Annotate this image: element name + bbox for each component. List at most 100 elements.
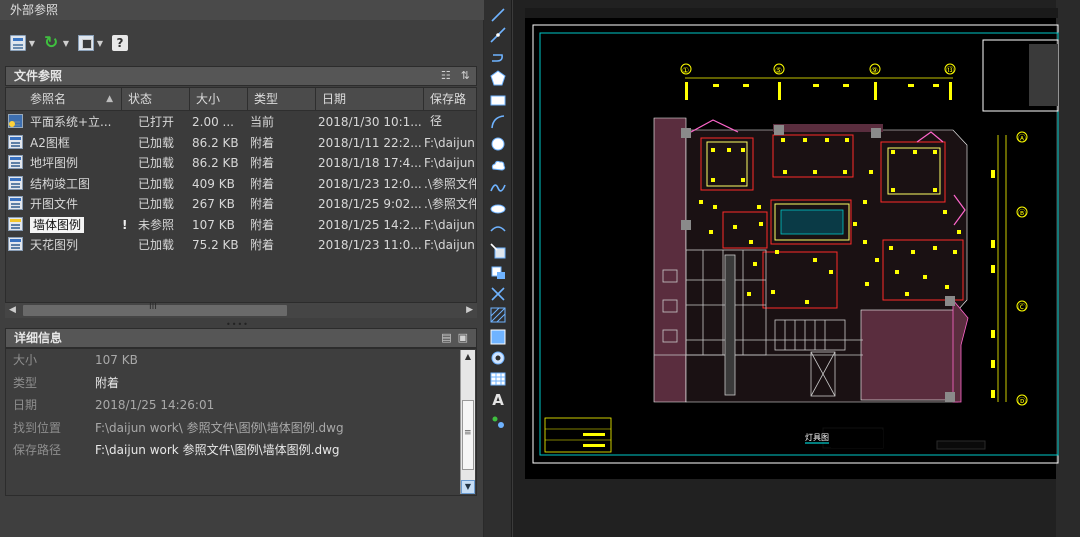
row-icon-wrap: [8, 175, 26, 192]
region-tool-button[interactable]: [489, 349, 507, 367]
reference-date: 2018/1/23 11:0...: [318, 238, 422, 252]
column-header-type[interactable]: 类型: [248, 88, 316, 111]
polygon-tool-button[interactable]: [489, 69, 507, 87]
table-row[interactable]: 结构竣工图 已加载 409 KB 附着 2018/1/23 12:0... .\参照文件: [6, 174, 476, 194]
light-fixture-mark: [753, 262, 757, 266]
table-row[interactable]: 墙体图例! 未参照 107 KB 附着 2018/1/25 14:2... F:\daij…: [6, 215, 476, 235]
detail-label: 保存路径: [13, 443, 62, 457]
column-header-name[interactable]: 参照名 ▲: [6, 88, 122, 111]
column-header-size[interactable]: 大小: [190, 88, 248, 111]
rectangle-tool-button[interactable]: [489, 91, 507, 109]
table-row[interactable]: 平面系统+立... 已打开 2.00 ... 当前 2018/1/30 10:1...: [6, 112, 476, 132]
light-fixture-mark: [825, 138, 829, 142]
scroll-right-icon[interactable]: ▶: [466, 305, 473, 315]
reference-size: 409 KB: [192, 176, 235, 191]
ellipse-tool-button[interactable]: [489, 200, 507, 218]
xref-palette: 外部参照 ▼ ↻ ▼ ▼ ? 文件参照 ☷ ⇅ 参照名 ▲ 状态 大小 类型 日…: [0, 0, 484, 537]
chevron-down-icon[interactable]: ▼: [62, 39, 70, 48]
draw-toolbar: A: [484, 0, 512, 537]
point-tool-button[interactable]: [489, 285, 507, 303]
arc-tool-button[interactable]: [489, 113, 507, 131]
light-fixture-mark: [741, 148, 745, 152]
file-references-title: 文件参照: [14, 69, 63, 83]
ellipse-arc-button[interactable]: [489, 221, 507, 239]
scroll-down-icon[interactable]: ▼: [461, 480, 475, 494]
multiline-text-button[interactable]: A: [490, 391, 506, 409]
unreferenced-warning: !: [122, 217, 128, 232]
light-fixture-mark: [843, 170, 847, 174]
light-fixture-mark: [757, 205, 761, 209]
insert-block-icon: [490, 243, 506, 259]
table-row[interactable]: A2图框 已加载 86.2 KB 附着 2018/1/11 22:2... F:\daij…: [6, 133, 476, 153]
row-icon-wrap: [8, 114, 26, 130]
details-panel: 大小 107 KB 类型 附着 日期 2018/1/25 14:26:01 找到位置 F:\d…: [5, 348, 477, 496]
make-block-button[interactable]: [489, 263, 507, 281]
reference-date: 2018/1/30 10:1...: [318, 115, 422, 129]
reference-name: 天花图列: [30, 235, 120, 255]
scroll-up-icon[interactable]: ▲: [461, 350, 475, 364]
table-row[interactable]: 开图文件 已加载 267 KB 附着 2018/1/25 9:02... .\参照文件: [6, 194, 476, 214]
light-fixture-mark: [945, 285, 949, 289]
reference-name-label: 天花图列: [30, 238, 79, 252]
light-fixture-mark: [749, 240, 753, 244]
table-row[interactable]: 天花图列 已加载 75.2 KB 附着 2018/1/23 11:0... F:\daij…: [6, 235, 476, 255]
reference-size: 2.00 ...: [192, 115, 234, 129]
gradient-tool-button[interactable]: [489, 328, 507, 346]
reference-path: F:\daijun: [424, 156, 475, 170]
circle-tool-button[interactable]: [489, 135, 507, 153]
ellipse-icon: [490, 204, 506, 214]
table-tool-button[interactable]: [489, 370, 507, 388]
detail-label: 类型: [13, 375, 38, 390]
light-fixture-mark: [813, 258, 817, 262]
grid-bubble-top: ⑨: [871, 66, 878, 75]
reference-path: F:\daijun: [424, 217, 475, 232]
reference-type: 附着: [250, 238, 275, 252]
attach-dwg-button[interactable]: ▼: [8, 32, 38, 54]
grid-bubble-right: Ⓒ: [1018, 303, 1026, 312]
column-header-status[interactable]: 状态: [122, 88, 190, 111]
polyline-tool-button[interactable]: [489, 47, 507, 65]
make-block-icon: [491, 266, 505, 279]
preview-view-icon[interactable]: ▣: [458, 329, 468, 347]
help-button[interactable]: ?: [110, 32, 130, 54]
light-fixture-mark: [783, 170, 787, 174]
detail-row: 大小 107 KB: [13, 350, 453, 370]
reference-status: 已加载: [138, 135, 175, 150]
grid-bubble-top: ①: [682, 66, 689, 75]
change-path-button[interactable]: ▼: [76, 32, 106, 54]
list-view-icon[interactable]: ☷: [441, 67, 451, 85]
column-header-path[interactable]: 保存路径: [424, 88, 476, 128]
region-icon: [491, 351, 505, 365]
details-vertical-scrollbar[interactable]: ▲ ≡ ▼: [460, 350, 475, 494]
wall-zone-west: [653, 117, 687, 403]
light-fixture-mark: [863, 200, 867, 204]
refresh-icon: ↻: [44, 33, 59, 53]
drawing-canvas[interactable]: ① ⑤ ⑨ ⑬ Ⓐ Ⓑ Ⓒ Ⓓ 灯具图: [513, 0, 1080, 537]
horizontal-scrollbar[interactable]: ◀ III ▶: [5, 302, 477, 318]
spline-tool-button[interactable]: [489, 179, 507, 197]
scrollbar-grip: III: [149, 302, 157, 312]
revision-cloud-button[interactable]: [489, 157, 507, 175]
reference-name-label: 地坪图例: [30, 156, 79, 170]
ellipse-arc-icon: [490, 226, 506, 232]
details-title: 详细信息: [14, 331, 63, 345]
light-fixture-mark: [863, 240, 867, 244]
construction-line-button[interactable]: [489, 26, 507, 44]
add-selected-button[interactable]: [489, 413, 507, 431]
line-tool-button[interactable]: [489, 6, 507, 24]
table-row[interactable]: 地坪图例 已加载 86.2 KB 附着 2018/1/18 17:4... F:\daij…: [6, 153, 476, 173]
details-view-icon[interactable]: ▤: [441, 329, 451, 347]
refresh-button[interactable]: ↻ ▼: [42, 32, 72, 54]
grid-bubble-right: Ⓓ: [1018, 397, 1026, 406]
column-header-date[interactable]: 日期: [316, 88, 424, 111]
chevron-down-icon[interactable]: ▼: [28, 39, 36, 48]
insert-block-button[interactable]: [489, 242, 507, 260]
hatch-tool-button[interactable]: [489, 306, 507, 324]
light-fixture-mark: [889, 246, 893, 250]
grid-bubble-top: ⑤: [775, 66, 782, 75]
chevron-down-icon[interactable]: ▼: [96, 39, 104, 48]
tree-view-icon[interactable]: ⇅: [461, 67, 470, 85]
scroll-left-icon[interactable]: ◀: [9, 305, 16, 315]
light-fixture-mark: [845, 138, 849, 142]
detail-value: 107 KB: [95, 353, 138, 367]
